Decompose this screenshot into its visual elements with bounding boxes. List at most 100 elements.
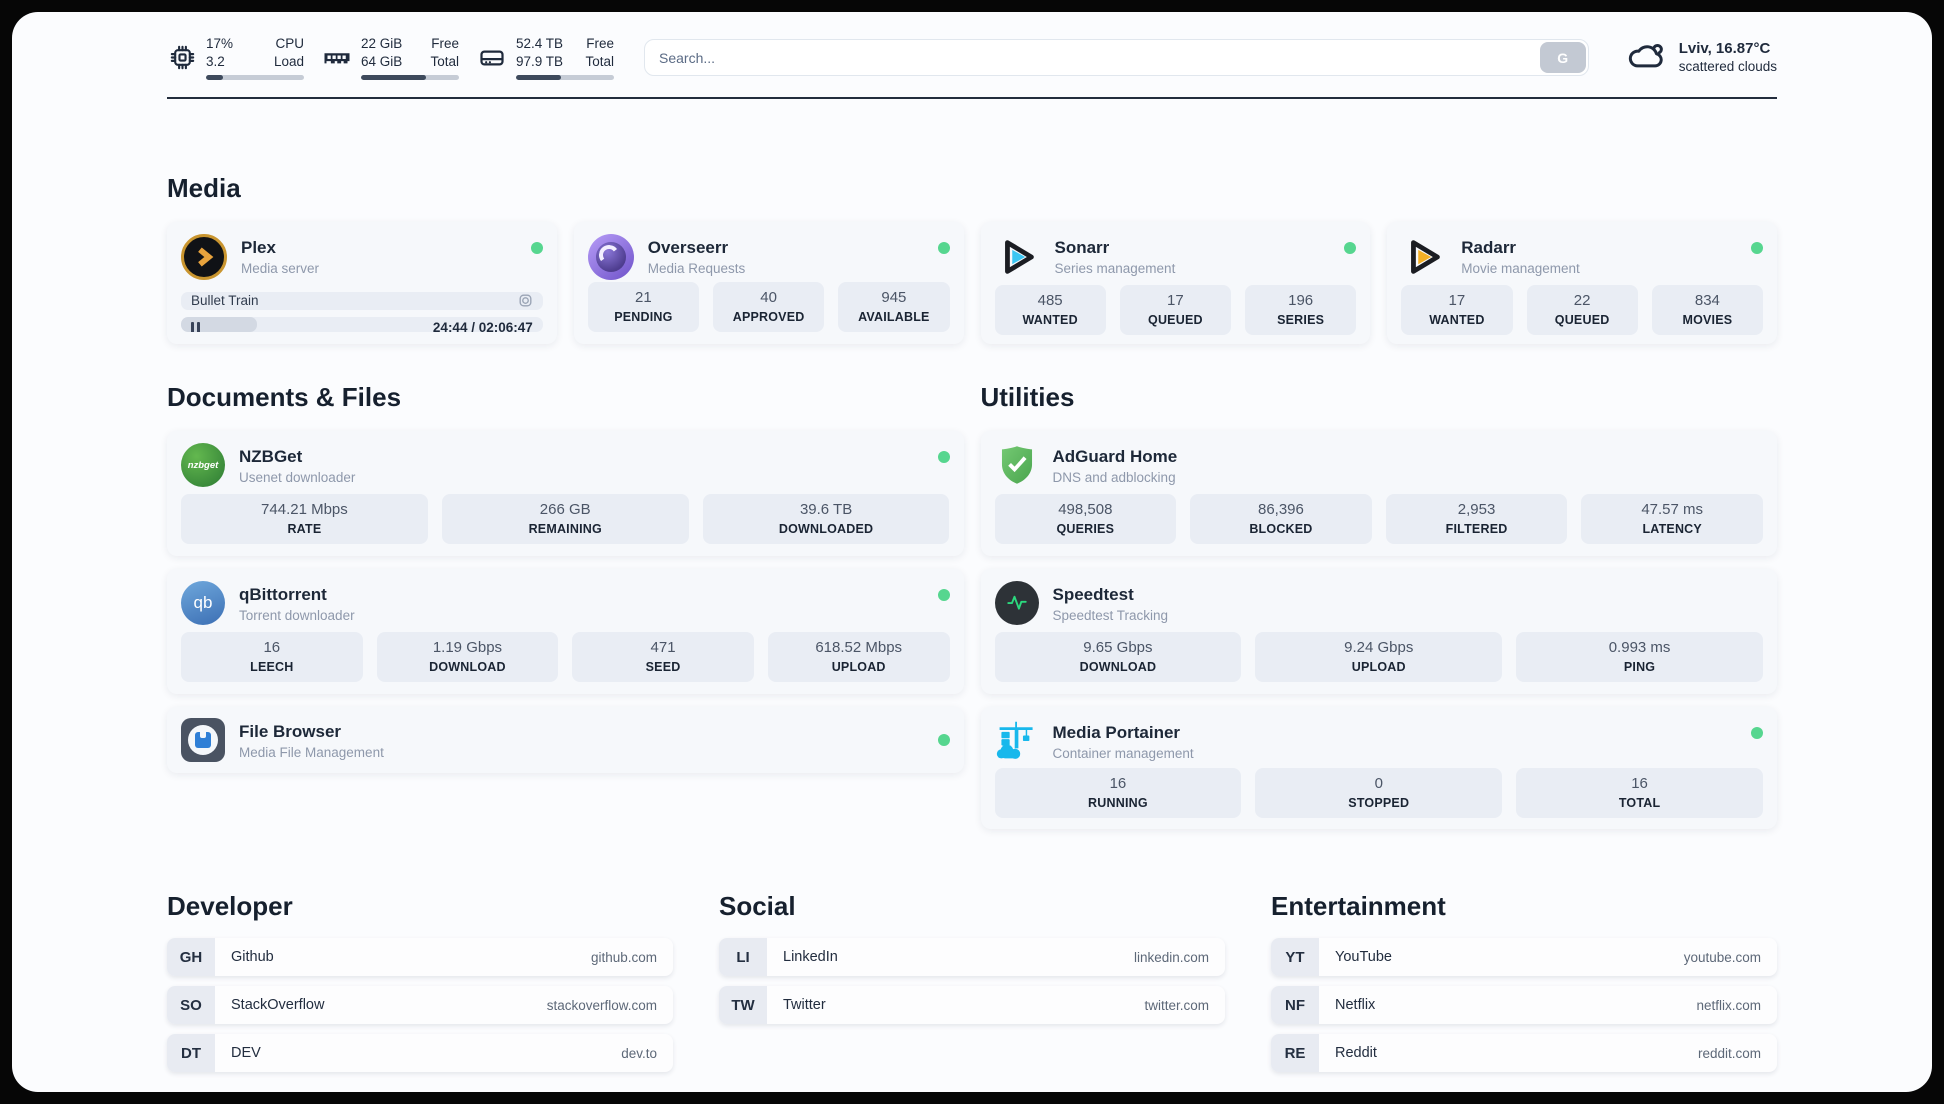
search-input[interactable] bbox=[644, 39, 1589, 76]
netflix-abbr-badge: NF bbox=[1271, 986, 1319, 1024]
speedtest-stat-ping: 0.993 ms PING bbox=[1516, 632, 1763, 682]
github-abbr-badge: GH bbox=[167, 938, 215, 976]
portainer-crane-icon bbox=[995, 719, 1039, 768]
radarr-stat-movies: 834 MOVIES bbox=[1651, 285, 1763, 335]
cpu-load-value: 3.2 bbox=[206, 54, 225, 69]
cpu-chip-icon bbox=[167, 44, 197, 71]
qbittorrent-card[interactable]: qb qBittorrent Torrent downloader 16 LEEC… bbox=[167, 569, 964, 694]
qbittorrent-subtitle: Torrent downloader bbox=[239, 607, 355, 623]
speedtest-stat-upload: 9.24 Gbps UPLOAD bbox=[1255, 632, 1503, 682]
filebrowser-status-dot bbox=[937, 734, 950, 746]
twitter-abbr-badge: TW bbox=[719, 986, 767, 1024]
cpu-progress-bar bbox=[206, 74, 304, 80]
plex-playback-progress: 24:44 / 02:06:47 bbox=[181, 316, 543, 332]
youtube-abbr-badge: YT bbox=[1271, 938, 1319, 976]
radarr-stat-wanted: 17 WANTED bbox=[1401, 285, 1513, 335]
sonarr-icon bbox=[995, 234, 1041, 285]
plex-subtitle: Media server bbox=[241, 260, 320, 276]
weather-condition: scattered clouds bbox=[1678, 59, 1777, 75]
sonarr-stat-wanted: 485 WANTED bbox=[994, 285, 1106, 335]
portainer-status-dot bbox=[1751, 727, 1763, 739]
disk-total-value: 97.9 TB bbox=[516, 54, 564, 69]
disk-stat: 52.4 TB 97.9 TB Free Total bbox=[477, 35, 614, 80]
developer-heading: Developer bbox=[167, 891, 293, 921]
speedtest-subtitle: Speedtest Tracking bbox=[1052, 607, 1169, 623]
nzbget-stat-remaining: 266 GB REMAINING bbox=[441, 494, 689, 544]
cloud-icon bbox=[1625, 34, 1667, 81]
memory-total-value: 64 GiB bbox=[361, 54, 403, 69]
bookmark-twitter[interactable]: TW Twitter twitter.com bbox=[719, 986, 1225, 1024]
portainer-stat-total: 16 TOTAL bbox=[1516, 768, 1763, 818]
radarr-title: Radarr bbox=[1461, 238, 1517, 257]
memory-total-label: Total bbox=[430, 54, 459, 69]
memory-free-label: Free bbox=[431, 36, 459, 52]
qbittorrent-status-dot bbox=[937, 589, 950, 601]
qbittorrent-stat-download: 1.19 Gbps DOWNLOAD bbox=[376, 632, 559, 682]
radarr-subtitle: Movie management bbox=[1461, 260, 1580, 276]
speedtest-pulse-icon bbox=[994, 581, 1039, 625]
speedtest-card[interactable]: Speedtest Speedtest Tracking 9.65 Gbps DO… bbox=[980, 569, 1777, 694]
qbittorrent-title: qBittorrent bbox=[239, 585, 327, 604]
portainer-subtitle: Container management bbox=[1052, 745, 1194, 761]
media-heading: Media bbox=[167, 173, 241, 203]
overseerr-stat-approved: 40 APPROVED bbox=[713, 282, 825, 332]
section-media: Media Plex Media server Bullet Train 24:… bbox=[167, 173, 1777, 344]
nzbget-subtitle: Usenet downloader bbox=[239, 469, 356, 485]
search-provider-button[interactable]: G bbox=[1539, 42, 1586, 73]
cpu-usage-value: 17% bbox=[206, 36, 234, 52]
bookmark-netflix[interactable]: NF Netflix netflix.com bbox=[1271, 986, 1777, 1024]
bookmark-youtube[interactable]: YT YouTube youtube.com bbox=[1271, 938, 1777, 976]
bookmark-linkedin[interactable]: LI LinkedIn linkedin.com bbox=[719, 938, 1225, 976]
adguard-stat-latency: 47.57 ms LATENCY bbox=[1581, 494, 1763, 544]
qbittorrent-stat-leech: 16 LEECH bbox=[181, 632, 363, 682]
portainer-stat-running: 16 RUNNING bbox=[994, 768, 1242, 818]
memory-stat: 22 GiB 64 GiB Free Total bbox=[322, 35, 459, 80]
plex-title: Plex bbox=[241, 238, 276, 257]
speedtest-title: Speedtest bbox=[1052, 585, 1134, 604]
cpu-label: CPU bbox=[275, 36, 304, 52]
overseerr-card[interactable]: Overseerr Media Requests 21 PENDING 40 APP… bbox=[573, 222, 964, 344]
overseerr-status-dot bbox=[937, 242, 950, 254]
overseerr-stat-available: 945 AVAILABLE bbox=[838, 282, 950, 332]
adguard-shield-icon bbox=[995, 443, 1039, 492]
plex-status-dot bbox=[530, 242, 543, 254]
bookmark-dev[interactable]: DT DEV dev.to bbox=[167, 1034, 673, 1072]
portainer-card[interactable]: Media Portainer Container management 16 R… bbox=[980, 707, 1777, 829]
adguard-card[interactable]: AdGuard Home DNS and adblocking 498,508 Q… bbox=[980, 431, 1777, 556]
disk-progress-bar bbox=[516, 74, 614, 80]
sonarr-subtitle: Series management bbox=[1054, 260, 1176, 276]
overseerr-title: Overseerr bbox=[647, 238, 729, 257]
top-bar: 17% 3.2 CPU Load 22 GiB 64 GiB Free Tota… bbox=[167, 12, 1777, 81]
nzbget-icon: nzbget bbox=[181, 443, 225, 487]
cpu-load-label: Load bbox=[273, 54, 304, 69]
plex-card[interactable]: Plex Media server Bullet Train 24:44 / 0… bbox=[167, 222, 557, 344]
radarr-icon bbox=[1401, 234, 1447, 285]
sonarr-title: Sonarr bbox=[1054, 238, 1110, 257]
bookmark-reddit[interactable]: RE Reddit reddit.com bbox=[1271, 1034, 1777, 1072]
qbittorrent-stat-upload: 618.52 Mbps UPLOAD bbox=[767, 632, 950, 682]
filebrowser-icon bbox=[181, 718, 225, 762]
radarr-stat-queued: 22 QUEUED bbox=[1526, 285, 1638, 335]
nzbget-stat-downloaded: 39.6 TB DOWNLOADED bbox=[702, 494, 950, 544]
plex-icon bbox=[181, 234, 227, 280]
memory-free-value: 22 GiB bbox=[361, 36, 403, 52]
section-entertainment: Entertainment YT YouTube youtube.com NF … bbox=[1271, 891, 1777, 1072]
filebrowser-card[interactable]: File Browser Media File Management bbox=[167, 707, 964, 773]
nzbget-card[interactable]: nzbget NZBGet Usenet downloader 744.21 M… bbox=[167, 431, 964, 556]
plex-now-playing-row: Bullet Train bbox=[181, 292, 543, 310]
sonarr-card[interactable]: Sonarr Series management 485 WANTED 17 QUE… bbox=[980, 222, 1371, 344]
video-camera-icon bbox=[518, 293, 533, 308]
linkedin-abbr-badge: LI bbox=[719, 938, 767, 976]
adguard-subtitle: DNS and adblocking bbox=[1052, 469, 1176, 485]
bookmark-github[interactable]: GH Github github.com bbox=[167, 938, 673, 976]
sonarr-stat-series: 196 SERIES bbox=[1245, 285, 1357, 335]
topbar-divider bbox=[167, 97, 1777, 99]
sonarr-status-dot bbox=[1344, 242, 1357, 254]
bookmark-stackoverflow[interactable]: SO StackOverflow stackoverflow.com bbox=[167, 986, 673, 1024]
reddit-abbr-badge: RE bbox=[1271, 1034, 1319, 1072]
adguard-stat-queries: 498,508 QUERIES bbox=[994, 494, 1177, 544]
memory-progress-bar bbox=[361, 74, 459, 80]
filebrowser-subtitle: Media File Management bbox=[239, 744, 384, 760]
radarr-card[interactable]: Radarr Movie management 17 WANTED 22 QUEUE… bbox=[1387, 222, 1777, 344]
sonarr-stat-queued: 17 QUEUED bbox=[1119, 285, 1231, 335]
